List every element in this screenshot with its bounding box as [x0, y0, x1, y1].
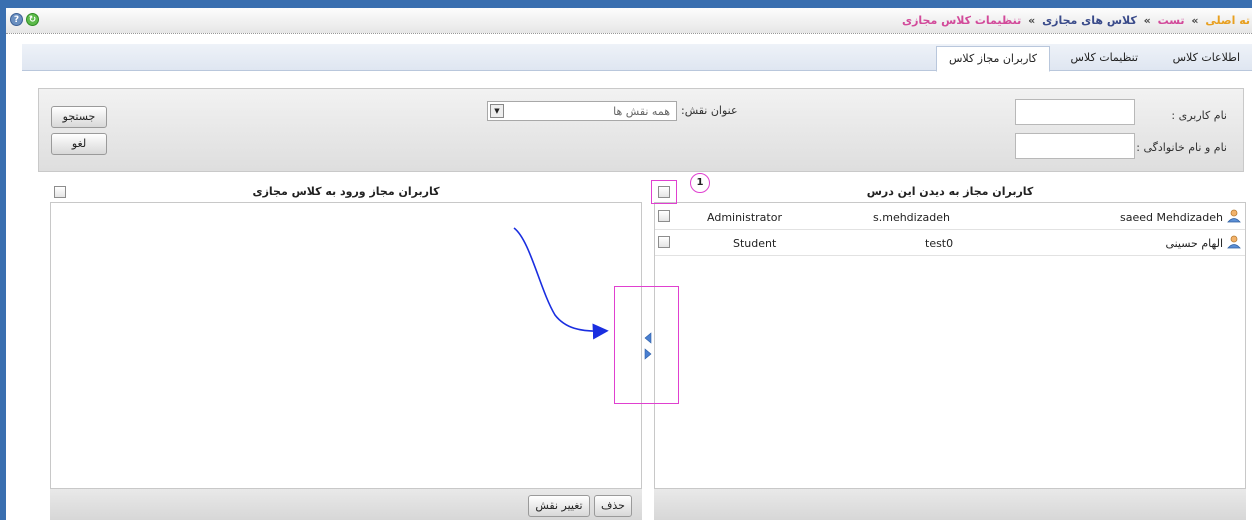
window-frame-left	[0, 0, 6, 520]
fullname-label: نام و نام خانوادگی :	[1136, 141, 1227, 154]
right-panel-title: کاربران مجاز به دیدن این درس	[866, 185, 1034, 198]
highlight-box-checkbox	[651, 180, 677, 204]
tab-class-info[interactable]: اطلاعات کلاس	[1161, 46, 1252, 71]
tab-strip: اطلاعات کلاس تنظیمات کلاس کاربران مجاز ک…	[22, 44, 1252, 72]
cancel-button[interactable]: لغو	[51, 133, 107, 155]
row-username: s.mehdizadeh	[873, 211, 950, 224]
row-role: Student	[733, 237, 777, 250]
table-row[interactable]: Administrator s.mehdizadeh saeed Mehdiza…	[655, 204, 1245, 230]
breadcrumb-separator: »	[1028, 14, 1036, 27]
header-bar: ? ↻ ته اصلی » تست » کلاس های مجازی » تنظ…	[6, 8, 1252, 34]
row-checkbox[interactable]	[658, 210, 670, 222]
breadcrumb: ته اصلی » تست » کلاس های مجازی » تنظیمات…	[902, 14, 1250, 27]
role-label: عنوان نقش:	[681, 104, 738, 117]
table-row[interactable]: Student test0 الهام حسینی	[655, 230, 1245, 256]
left-panel-title: کاربران مجاز ورود به کلاس مجازی	[252, 185, 440, 198]
highlight-box-transfer	[614, 286, 679, 404]
help-icon[interactable]: ?	[10, 13, 23, 26]
breadcrumb-item-test[interactable]: تست	[1158, 14, 1185, 27]
role-select[interactable]: ▼ همه نقش ها	[487, 101, 677, 121]
breadcrumb-separator: »	[1191, 14, 1199, 27]
user-icon	[1227, 209, 1241, 223]
window-frame-top	[0, 0, 1252, 8]
annotation-arrow	[513, 227, 609, 340]
breadcrumb-home[interactable]: ته اصلی	[1205, 14, 1250, 27]
breadcrumb-current: تنظیمات کلاس مجازی	[902, 14, 1022, 27]
left-select-all-checkbox[interactable]	[54, 186, 66, 198]
tab-class-settings[interactable]: تنظیمات کلاس	[1058, 46, 1150, 71]
left-panel-footer: حذف تغییر نقش	[50, 488, 642, 520]
user-icon	[1227, 235, 1241, 249]
row-fullname: الهام حسینی	[1165, 237, 1223, 250]
chevron-down-icon[interactable]: ▼	[490, 104, 504, 118]
delete-button[interactable]: حذف	[594, 495, 632, 517]
username-label: نام کاربری :	[1171, 109, 1227, 122]
breadcrumb-separator: »	[1143, 14, 1151, 27]
role-selected-value: همه نقش ها	[613, 105, 670, 118]
change-role-button[interactable]: تغییر نقش	[528, 495, 590, 517]
header-icons: ? ↻	[10, 13, 39, 26]
annotation-badge: 1	[690, 173, 710, 193]
tab-allowed-users[interactable]: کاربران مجاز کلاس	[935, 46, 1050, 72]
breadcrumb-item-virtual-classes[interactable]: کلاس های مجازی	[1042, 14, 1137, 27]
search-button[interactable]: جستجو	[51, 106, 107, 128]
row-fullname: saeed Mehdizadeh	[1120, 211, 1223, 224]
username-input[interactable]	[1015, 99, 1135, 125]
right-panel-footer	[654, 488, 1246, 520]
row-role: Administrator	[707, 211, 782, 224]
refresh-icon[interactable]: ↻	[26, 13, 39, 26]
row-checkbox[interactable]	[658, 236, 670, 248]
search-panel: نام کاربری : نام و نام خانوادگی : عنوان …	[38, 88, 1244, 172]
fullname-input[interactable]	[1015, 133, 1135, 159]
row-username: test0	[925, 237, 954, 250]
